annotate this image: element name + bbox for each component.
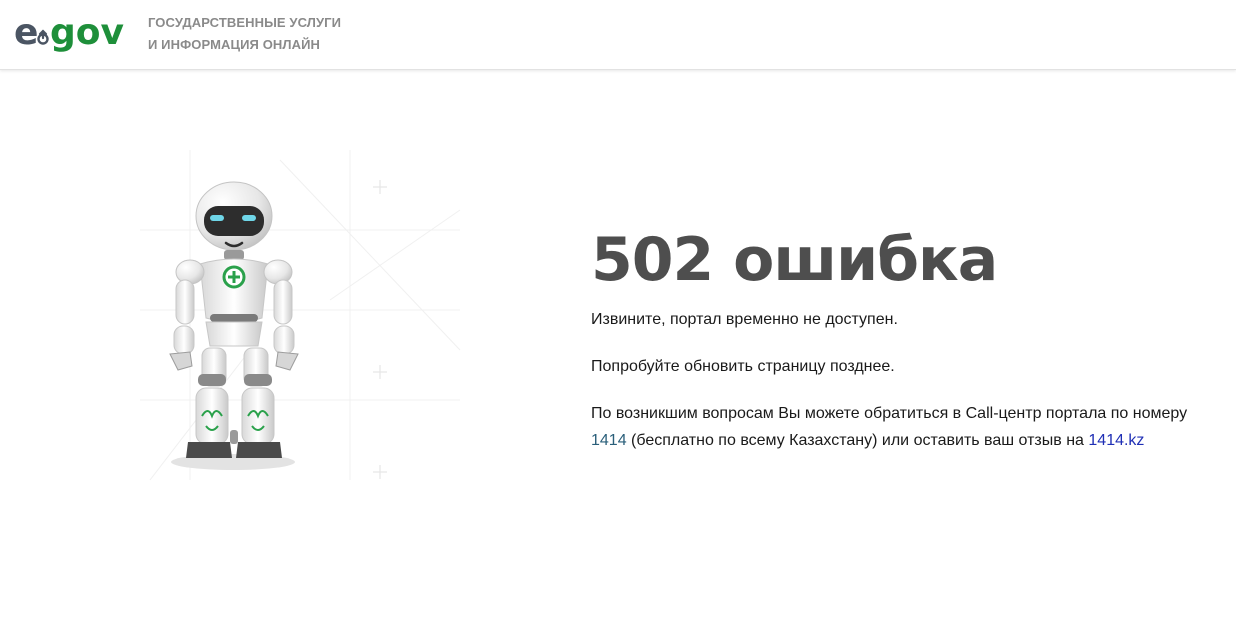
egov-logo-icon: e gov <box>14 12 124 53</box>
svg-text:gov: gov <box>50 12 124 53</box>
tagline-line-2: и информация онлайн <box>148 37 321 52</box>
error-message-contact: По возникшим вопросам Вы можете обратить… <box>591 400 1191 454</box>
error-message-retry: Попробуйте обновить страницу позднее. <box>591 358 895 375</box>
error-message-unavailable: Извините, портал временно не доступен. <box>591 311 898 328</box>
contact-text-before: По возникшим вопросам Вы можете обратить… <box>591 405 1188 422</box>
callcenter-phone-link[interactable]: 1414 <box>591 432 627 449</box>
contact-text-middle: (бесплатно по всему Казахстану) или оста… <box>626 432 1089 449</box>
tagline-line-1: Государственные услуги <box>148 15 342 30</box>
error-title: 502 ошибка <box>591 225 998 295</box>
robot-icon <box>140 150 461 481</box>
svg-text:e: e <box>14 12 38 53</box>
error-content: 502 ошибка Извините, портал временно не … <box>591 220 1191 454</box>
robot-illustration <box>130 150 470 495</box>
site-header: e gov Государственные услуги и информаци… <box>0 0 1236 70</box>
egov-logo[interactable]: e gov <box>14 8 134 58</box>
feedback-site-link[interactable]: 1414.kz <box>1088 432 1144 449</box>
header-tagline: Государственные услуги и информация онла… <box>148 12 408 56</box>
